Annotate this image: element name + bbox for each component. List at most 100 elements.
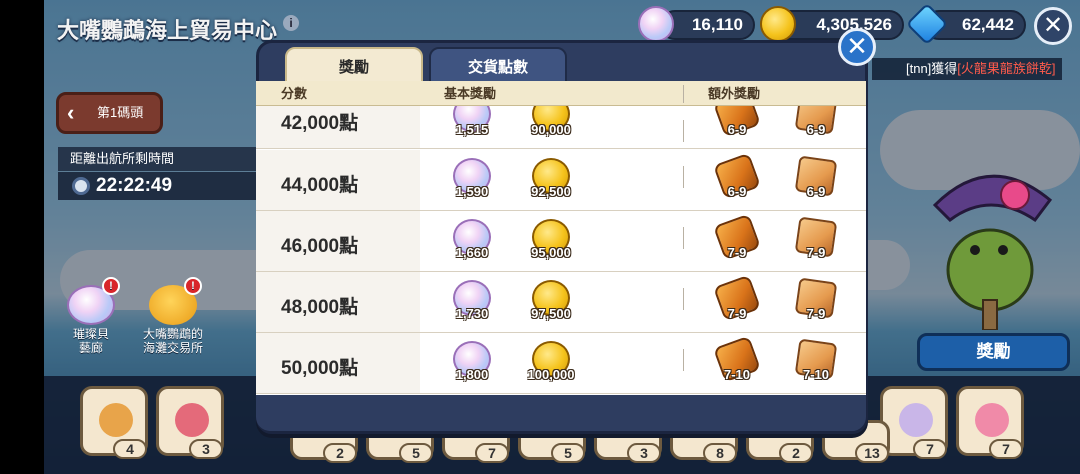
pearl-reward: 1,800 bbox=[442, 341, 502, 393]
inventory-item[interactable]: 3 bbox=[156, 386, 224, 459]
coin-reward: 100,000 bbox=[521, 341, 581, 393]
telescope-reward: 7-9 bbox=[707, 274, 767, 332]
table-header: 分數 基本獎勵 額外獎勵 bbox=[256, 81, 866, 106]
screen-edge-left bbox=[0, 0, 44, 474]
item-count: 3 bbox=[627, 443, 661, 463]
departure-time: 22:22:49 bbox=[96, 175, 173, 196]
item-count: 5 bbox=[551, 443, 585, 463]
pearl-reward: 1,515 bbox=[442, 106, 502, 148]
reward-range: 7-10 bbox=[802, 367, 830, 382]
shortcut-pearl-gallery[interactable]: ! 璀璨貝 藝廊 bbox=[56, 277, 126, 355]
item-count: 2 bbox=[779, 443, 813, 463]
reward-amount: 95,000 bbox=[531, 245, 571, 260]
telescope-reward: 7-9 bbox=[707, 213, 767, 271]
coin-reward: 95,000 bbox=[521, 219, 581, 271]
score-value: 46,000點 bbox=[281, 236, 359, 257]
table-row: 46,000點 1,660 95,000 7-9 7-9 bbox=[256, 211, 866, 272]
teddy-bear-icon bbox=[975, 403, 1009, 437]
inventory-item[interactable]: 4 bbox=[80, 386, 148, 459]
ticker-user: [tnn]獲得 bbox=[906, 61, 958, 76]
reward-button[interactable]: 獎勵 bbox=[917, 333, 1070, 371]
score-value: 44,000點 bbox=[281, 175, 359, 196]
coin-icon bbox=[760, 6, 796, 42]
table-row: 50,000點 1,800 100,000 7-10 7-10 bbox=[256, 333, 866, 394]
telescope-reward: 6-9 bbox=[707, 152, 767, 210]
chevron-left-icon: ‹ bbox=[67, 100, 75, 125]
item-count: 7 bbox=[913, 439, 947, 459]
table-row: 48,000點 1,730 97,500 7-9 7-9 bbox=[256, 272, 866, 333]
item-count: 8 bbox=[703, 443, 737, 463]
reward-range: 7-9 bbox=[727, 306, 747, 321]
inventory-item[interactable]: 7 bbox=[880, 386, 948, 459]
reward-amount: 97,500 bbox=[531, 306, 571, 321]
table-row: 44,000點 1,590 92,500 6-9 6-9 bbox=[256, 150, 866, 211]
pearl-reward: 1,660 bbox=[442, 219, 502, 271]
column-divider bbox=[683, 227, 684, 249]
telescope-reward: 7-10 bbox=[707, 335, 767, 393]
info-icon[interactable]: i bbox=[283, 15, 299, 31]
map-reward: 7-9 bbox=[786, 277, 846, 332]
reward-range: 7-10 bbox=[723, 367, 751, 382]
shortcut-beach-exchange[interactable]: ! 大嘴鸚鵡的 海灘交易所 bbox=[138, 277, 208, 355]
inventory-item[interactable]: 7 bbox=[956, 386, 1024, 459]
item-count: 13 bbox=[855, 443, 889, 463]
reward-amount: 1,800 bbox=[455, 367, 489, 382]
reward-range: 7-9 bbox=[806, 306, 826, 321]
map-reward: 7-9 bbox=[786, 216, 846, 271]
column-header-score: 分數 bbox=[281, 86, 308, 101]
table-row: 42,000點 1,515 90,000 6-9 6-9 bbox=[256, 106, 866, 149]
item-count: 7 bbox=[989, 439, 1023, 459]
column-header-basic-reward: 基本獎勵 bbox=[444, 86, 497, 101]
news-ticker: [tnn]獲得[火龍果龍族餅乾] bbox=[872, 58, 1062, 80]
reward-range: 7-9 bbox=[806, 245, 826, 260]
reward-range: 7-9 bbox=[727, 245, 747, 260]
map-reward: 6-9 bbox=[786, 155, 846, 210]
column-divider bbox=[683, 349, 684, 371]
reward-amount: 1,515 bbox=[455, 122, 489, 137]
tab-delivery-points[interactable]: 交貨點數 bbox=[429, 47, 567, 85]
map-reward: 7-10 bbox=[786, 338, 846, 393]
reward-amount: 100,000 bbox=[527, 367, 575, 382]
departure-label: 距離出航所剩時間 bbox=[58, 147, 258, 171]
reward-range: 6-9 bbox=[727, 122, 747, 137]
item-count: 7 bbox=[475, 443, 509, 463]
reward-amount: 90,000 bbox=[531, 122, 571, 137]
header-divider bbox=[683, 85, 684, 103]
reward-amount: 92,500 bbox=[531, 184, 571, 199]
pearl-reward: 1,590 bbox=[442, 158, 502, 210]
column-divider bbox=[683, 288, 684, 310]
modal-footer bbox=[256, 395, 866, 431]
tab-rewards[interactable]: 獎勵 bbox=[285, 47, 423, 85]
reward-amount: 1,660 bbox=[455, 245, 489, 260]
strawberry-cake-icon bbox=[175, 403, 209, 437]
shortcut-label: 海灘交易所 bbox=[142, 341, 203, 355]
shell-icon bbox=[899, 403, 933, 437]
coin-reward: 90,000 bbox=[521, 106, 581, 148]
pirate-cookie-character bbox=[915, 150, 1065, 331]
reward-range: 6-9 bbox=[727, 184, 747, 199]
column-header-extra-reward: 額外獎勵 bbox=[708, 86, 761, 101]
item-count: 3 bbox=[189, 439, 223, 459]
cake-icon bbox=[99, 403, 133, 437]
ticker-item: [火龍果龍族餅乾] bbox=[957, 61, 1056, 76]
shortcut-label: 藝廊 bbox=[78, 341, 103, 355]
shortcut-label: 璀璨貝 bbox=[72, 327, 109, 341]
modal-close-button[interactable]: ✕ bbox=[838, 28, 876, 66]
reward-table[interactable]: 42,000點 1,515 90,000 6-9 6-9 44,000點 1,5… bbox=[256, 106, 866, 395]
item-count: 4 bbox=[113, 439, 147, 459]
main-close-button[interactable]: ✕ bbox=[1034, 7, 1072, 45]
item-count: 5 bbox=[399, 443, 433, 463]
pearl-icon bbox=[638, 6, 674, 42]
item-count: 2 bbox=[323, 443, 357, 463]
map-reward: 6-9 bbox=[786, 106, 846, 148]
score-value: 42,000點 bbox=[281, 113, 359, 134]
column-divider bbox=[683, 120, 684, 142]
pier-button[interactable]: ‹ 第1碼頭 bbox=[56, 92, 163, 134]
coin-reward: 97,500 bbox=[521, 280, 581, 332]
coin-reward: 92,500 bbox=[521, 158, 581, 210]
departure-timer: 22:22:49 bbox=[58, 172, 258, 200]
reward-amount: 1,730 bbox=[455, 306, 489, 321]
alert-badge: ! bbox=[102, 277, 120, 295]
telescope-reward: 6-9 bbox=[707, 106, 767, 148]
score-value: 48,000點 bbox=[281, 297, 359, 318]
